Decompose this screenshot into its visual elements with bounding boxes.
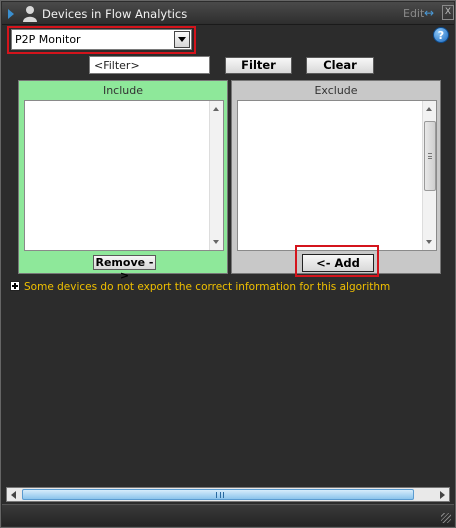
include-header: Include	[102, 84, 144, 97]
scroll-left-icon[interactable]	[11, 491, 16, 499]
include-scrollbar[interactable]	[209, 101, 223, 250]
horizontal-scrollbar[interactable]	[6, 487, 450, 502]
grip-icon	[216, 492, 224, 498]
footer-bar	[2, 504, 454, 526]
monitor-select[interactable]: P2P Monitor	[11, 29, 192, 50]
horizontal-scroll-thumb[interactable]	[22, 489, 414, 500]
grip-icon	[428, 153, 432, 159]
remove-button[interactable]: Remove ->	[93, 255, 156, 282]
scroll-thumb[interactable]	[424, 121, 436, 191]
collapse-arrow-icon[interactable]	[8, 9, 14, 19]
device-warning-note: Some devices do not export the correct i…	[24, 281, 391, 293]
filter-button[interactable]: Filter	[225, 57, 292, 74]
window-title: Devices in Flow Analytics	[42, 7, 188, 21]
scroll-down-icon[interactable]	[213, 240, 219, 244]
help-icon[interactable]: ?	[433, 27, 449, 43]
scroll-down-icon[interactable]	[426, 240, 432, 244]
edit-link[interactable]: Edit	[403, 7, 424, 20]
exclude-header: Exclude	[314, 84, 358, 97]
exclude-scrollbar[interactable]	[422, 101, 436, 250]
scroll-right-icon[interactable]	[440, 491, 445, 499]
include-panel: Include Remove ->	[18, 80, 228, 282]
include-list[interactable]	[24, 100, 224, 251]
chevron-down-icon	[178, 37, 186, 42]
scroll-up-icon[interactable]	[213, 107, 219, 111]
devices-window: Devices in Flow Analytics Edit ↔ X ? P2P…	[0, 0, 456, 528]
title-bar[interactable]: Devices in Flow Analytics Edit ↔ X	[2, 2, 454, 25]
expand-plus-icon[interactable]	[10, 281, 20, 291]
swap-icon[interactable]: ↔	[424, 6, 434, 20]
filter-input[interactable]	[89, 56, 210, 74]
resize-handle-icon[interactable]	[441, 513, 451, 523]
monitor-select-value: P2P Monitor	[15, 33, 81, 46]
exclude-list[interactable]	[237, 100, 437, 251]
add-button-highlight	[295, 245, 379, 277]
clear-button[interactable]: Clear	[306, 57, 374, 74]
close-button[interactable]: X	[442, 5, 454, 20]
user-icon	[23, 6, 37, 22]
scroll-up-icon[interactable]	[426, 107, 432, 111]
dropdown-button[interactable]	[174, 31, 190, 48]
